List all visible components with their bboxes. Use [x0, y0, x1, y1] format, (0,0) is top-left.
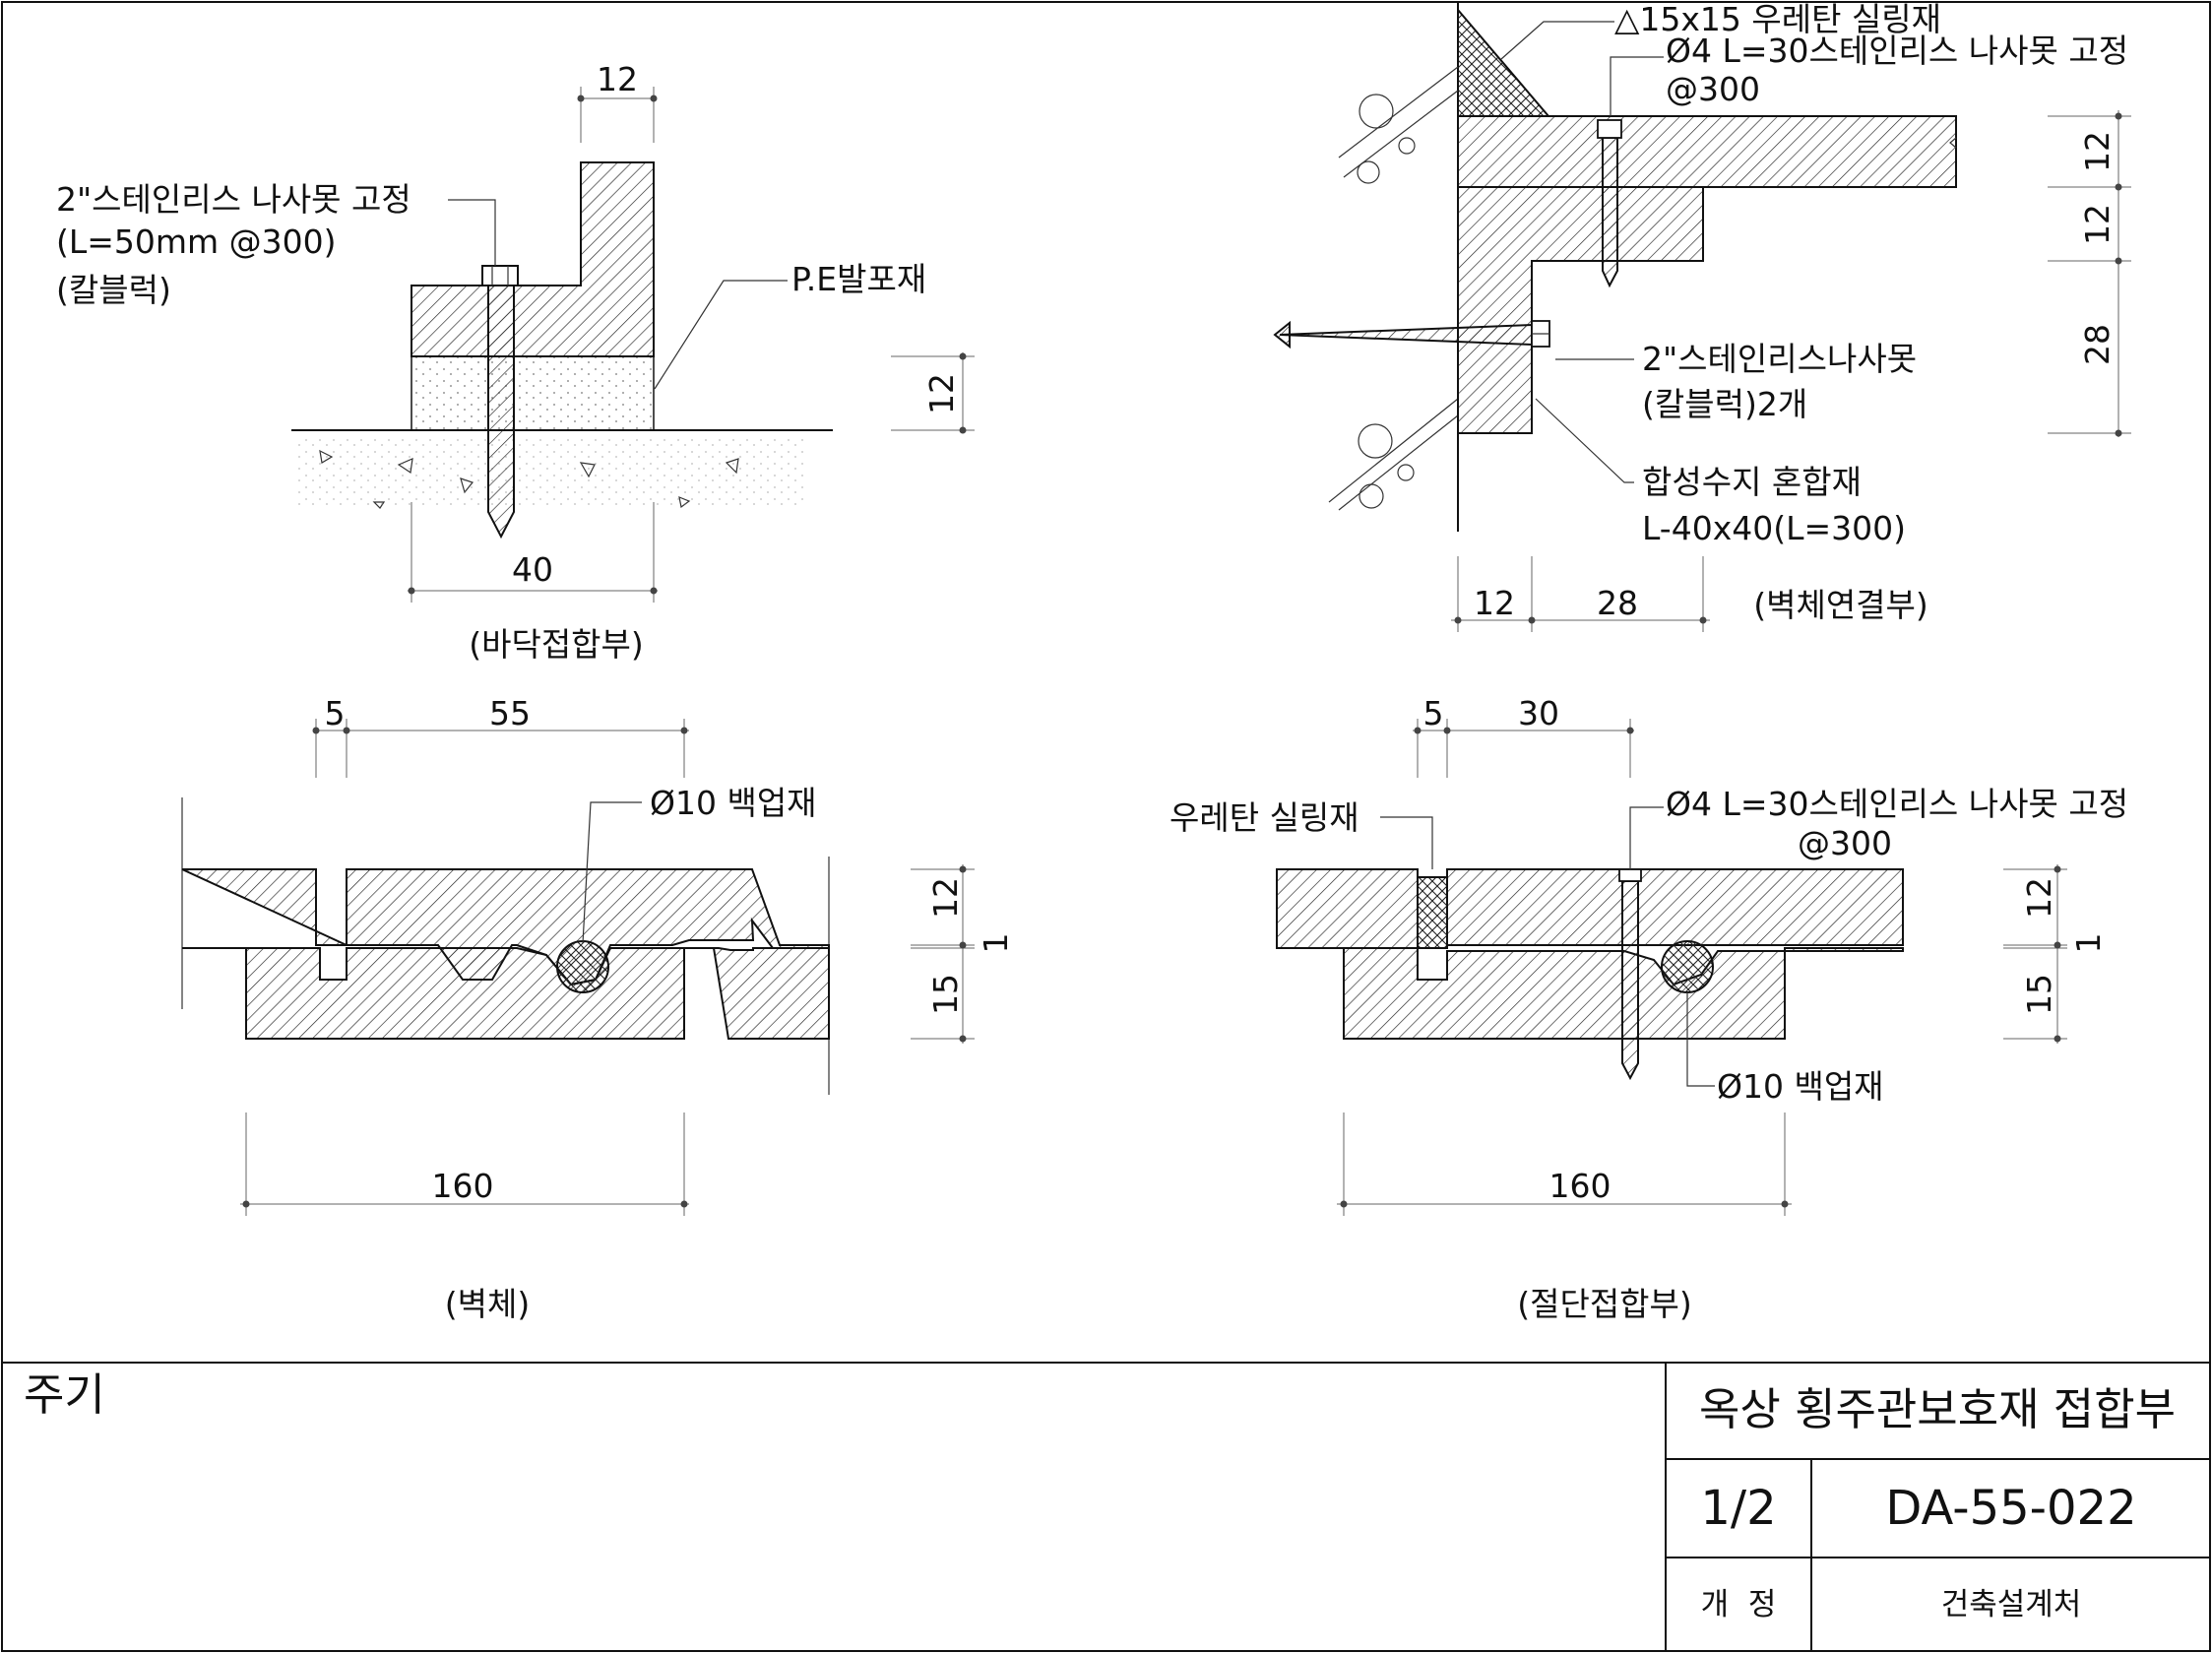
- cut-dim-top-2: 30: [1518, 694, 1559, 732]
- drawing-code: DA-55-022: [1885, 1481, 2136, 1536]
- panel-dim-top-2: 55: [489, 694, 531, 732]
- wall-joint-caption: (벽체연결부): [1753, 586, 1928, 624]
- wall-panel-caption: (벽체): [445, 1285, 530, 1323]
- wall-anchor-label-1: 2"스테인리스나사못: [1642, 340, 1917, 378]
- floor-dim-side: 12: [922, 373, 961, 414]
- floor-screw-label-2: (L=50mm @300): [56, 223, 337, 261]
- cut-dim-bottom: 160: [1549, 1167, 1612, 1205]
- cut-dim-side-2: 1: [2069, 933, 2108, 954]
- floor-joint-caption: (바닥접합부): [469, 625, 644, 664]
- wall-dim-right-3: 28: [2078, 324, 2117, 365]
- panel-dim-side-1: 12: [926, 877, 965, 919]
- floor-joint-detail: 12 12 40 2"스테인리스 나사못 고정 (L=50mm @300) (칼…: [56, 60, 975, 664]
- cut-joint-detail: 5 30 우레탄 실링재 Ø4 L=30스테인리스 나사못 고정 @300 Ø1…: [1169, 694, 2128, 1323]
- wall-dim-right-2: 12: [2078, 204, 2117, 245]
- cut-joint-caption: (절단접합부): [1517, 1285, 1692, 1323]
- wall-panel-detail: 5 55 12 1 15 Ø10 백업재 160 (벽체): [181, 694, 1015, 1323]
- wall-dim-bottom-1: 12: [1474, 584, 1515, 622]
- cut-screw-label-1: Ø4 L=30스테인리스 나사못 고정: [1666, 785, 2128, 823]
- wall-anchor-label-2: (칼블럭)2개: [1642, 385, 1807, 423]
- panel-backup-label: Ø10 백업재: [650, 784, 817, 822]
- cut-backup-label: Ø10 백업재: [1717, 1067, 1884, 1106]
- wall-angle-label-2: L-40x40(L=300): [1642, 509, 1906, 547]
- revision-label: 개 정: [1701, 1587, 1777, 1622]
- floor-foam-label: P.E발포재: [791, 260, 926, 298]
- floor-screw-label-3: (칼블럭): [56, 271, 171, 309]
- panel-dim-top-1: 5: [325, 694, 346, 732]
- department-label: 건축설계처: [1941, 1587, 2082, 1622]
- wall-dim-bottom-2: 28: [1597, 584, 1638, 622]
- cut-screw-label-2: @300: [1798, 824, 1892, 862]
- panel-dim-side-2: 1: [977, 933, 1015, 954]
- panel-dim-side-3: 15: [926, 974, 965, 1015]
- notes-label: 주기: [24, 1368, 105, 1421]
- cut-dim-top-1: 5: [1423, 694, 1444, 732]
- wall-angle-label-1: 합성수지 혼합재: [1642, 463, 1862, 501]
- wall-joint-detail: △15x15 우레탄 실링재 Ø4 L=30스테인리스 나사못 고정 @300 …: [1273, 0, 2131, 632]
- wall-screw-label-1: Ø4 L=30스테인리스 나사못 고정: [1666, 32, 2128, 70]
- floor-dim-top: 12: [597, 60, 638, 98]
- cut-dim-side-1: 12: [2020, 877, 2058, 919]
- drawing-sheet: 12 12 40 2"스테인리스 나사못 고정 (L=50mm @300) (칼…: [1, 0, 2211, 1652]
- wall-dim-right-1: 12: [2078, 131, 2117, 172]
- cut-sealant-label: 우레탄 실링재: [1169, 798, 1359, 837]
- floor-screw-label-1: 2"스테인리스 나사못 고정: [56, 180, 411, 219]
- sheet-number: 1/2: [1700, 1481, 1776, 1536]
- title-block: 주기 옥상 횡주관보호재 접합부 1/2 DA-55-022 개 정 건축설계처: [2, 1362, 2210, 1651]
- floor-dim-bottom: 40: [512, 550, 553, 589]
- panel-dim-bottom: 160: [432, 1167, 494, 1205]
- wall-screw-label-2: @300: [1666, 70, 1760, 108]
- cut-dim-side-3: 15: [2020, 974, 2058, 1015]
- drawing-title: 옥상 횡주관보호재 접합부: [1699, 1383, 2176, 1435]
